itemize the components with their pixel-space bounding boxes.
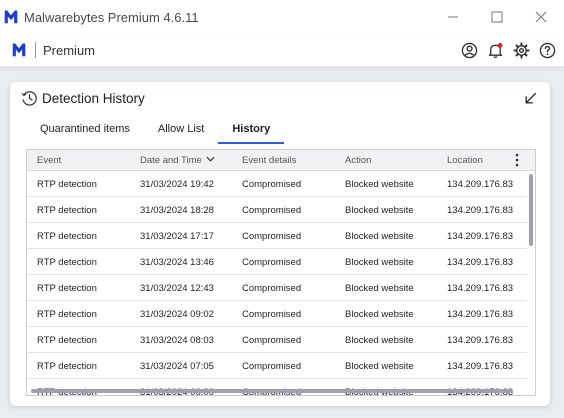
cell-location: 134.209.176.83 [447,361,514,372]
cell-location: 134.209.176.83 [447,179,514,190]
help-button[interactable] [536,39,558,61]
cell-action: Blocked website [345,309,414,320]
table-row[interactable]: RTP detection 31/03/2024 06:00 Compromis… [27,379,527,395]
cell-datetime: 31/03/2024 19:42 [140,179,214,190]
cell-datetime: 31/03/2024 12:43 [140,283,214,294]
gear-icon [512,41,530,59]
window-titlebar: Malwarebytes Premium 4.6.11 [0,0,564,34]
header-divider [35,42,36,58]
column-header-location[interactable]: Location [447,155,483,166]
column-header-event[interactable]: Event [37,155,61,166]
cell-event: RTP detection [37,335,97,346]
cell-event: RTP detection [37,283,97,294]
cell-location: 134.209.176.83 [447,309,514,320]
cell-datetime: 31/03/2024 18:28 [140,205,214,216]
minimize-button[interactable] [430,0,476,34]
account-icon [461,42,477,58]
column-header-action[interactable]: Action [345,155,371,166]
cell-action: Blocked website [345,257,414,268]
cell-event: RTP detection [37,257,97,268]
table-row[interactable]: RTP detection 31/03/2024 13:46 Compromis… [27,249,527,275]
maximize-icon [491,11,503,23]
cell-datetime: 31/03/2024 13:46 [140,257,214,268]
cell-location: 134.209.176.83 [447,335,514,346]
settings-button[interactable] [510,39,532,61]
cell-datetime: 31/03/2024 08:03 [140,335,214,346]
cell-details: Compromised [242,179,302,190]
close-button[interactable] [518,0,564,34]
cell-event: RTP detection [37,179,97,190]
history-table: Event Date and Time Event details Action… [26,149,536,396]
cell-action: Blocked website [345,205,414,216]
cell-action: Blocked website [345,283,414,294]
cell-action: Blocked website [345,335,414,346]
more-options-icon[interactable] [513,153,521,167]
cell-details: Compromised [242,309,302,320]
collapse-arrow-icon[interactable] [523,91,538,106]
tab-quarantined-items[interactable]: Quarantined items [26,118,144,144]
minimize-icon [448,16,458,18]
help-icon [539,42,555,58]
column-header-event-details[interactable]: Event details [242,155,296,166]
cell-location: 134.209.176.83 [447,231,514,242]
cell-event: RTP detection [37,205,97,216]
app-name: Premium [43,42,96,58]
cell-action: Blocked website [345,231,414,242]
cell-location: 134.209.176.83 [447,205,514,216]
table-row[interactable]: RTP detection 31/03/2024 09:02 Compromis… [27,301,527,327]
horizontal-scrollbar[interactable] [31,389,513,393]
cell-location: 134.209.176.83 [447,257,514,268]
history-clock-icon [21,91,37,106]
cell-details: Compromised [242,231,302,242]
tab-history[interactable]: History [218,118,285,144]
cell-datetime: 31/03/2024 07:05 [140,361,214,372]
cell-event: RTP detection [37,361,97,372]
cell-datetime: 31/03/2024 09:02 [140,309,214,320]
table-row[interactable]: RTP detection 31/03/2024 08:03 Compromis… [27,327,527,353]
malwarebytes-logo-icon [10,41,28,59]
cell-details: Compromised [242,257,302,268]
cell-details: Compromised [242,205,302,216]
cell-datetime: 31/03/2024 17:17 [140,231,214,242]
panel-title: Detection History [42,91,145,106]
panel-header: Detection History [10,82,550,116]
cell-action: Blocked website [345,179,414,190]
window-title: Malwarebytes Premium 4.6.11 [24,9,199,25]
column-header-label: Date and Time [140,155,202,166]
sort-descending-icon [206,156,215,162]
table-row[interactable]: RTP detection 31/03/2024 17:17 Compromis… [27,223,527,249]
cell-event: RTP detection [37,309,97,320]
table-header: Event Date and Time Event details Action… [27,150,535,171]
cell-action: Blocked website [345,361,414,372]
cell-event: RTP detection [37,231,97,242]
malwarebytes-logo-icon [2,8,20,26]
table-row[interactable]: RTP detection 31/03/2024 18:28 Compromis… [27,197,527,223]
cell-details: Compromised [242,283,302,294]
detection-history-panel: Detection History Quarantined items Allo… [10,82,550,406]
account-button[interactable] [458,39,480,61]
table-row[interactable]: RTP detection 31/03/2024 12:43 Compromis… [27,275,527,301]
cell-details: Compromised [242,335,302,346]
column-header-date-time[interactable]: Date and Time [140,155,215,166]
table-row[interactable]: RTP detection 31/03/2024 07:05 Compromis… [27,353,527,379]
notifications-button[interactable] [484,39,506,61]
close-icon [535,11,547,23]
maximize-button[interactable] [474,0,520,34]
tab-allow-list[interactable]: Allow List [144,118,218,144]
cell-details: Compromised [242,361,302,372]
cell-location: 134.209.176.83 [447,283,514,294]
vertical-scrollbar[interactable] [529,174,533,246]
table-row[interactable]: RTP detection 31/03/2024 19:42 Compromis… [27,171,527,197]
panel-tabs: Quarantined items Allow List History [26,118,285,144]
notifications-icon [488,42,502,58]
